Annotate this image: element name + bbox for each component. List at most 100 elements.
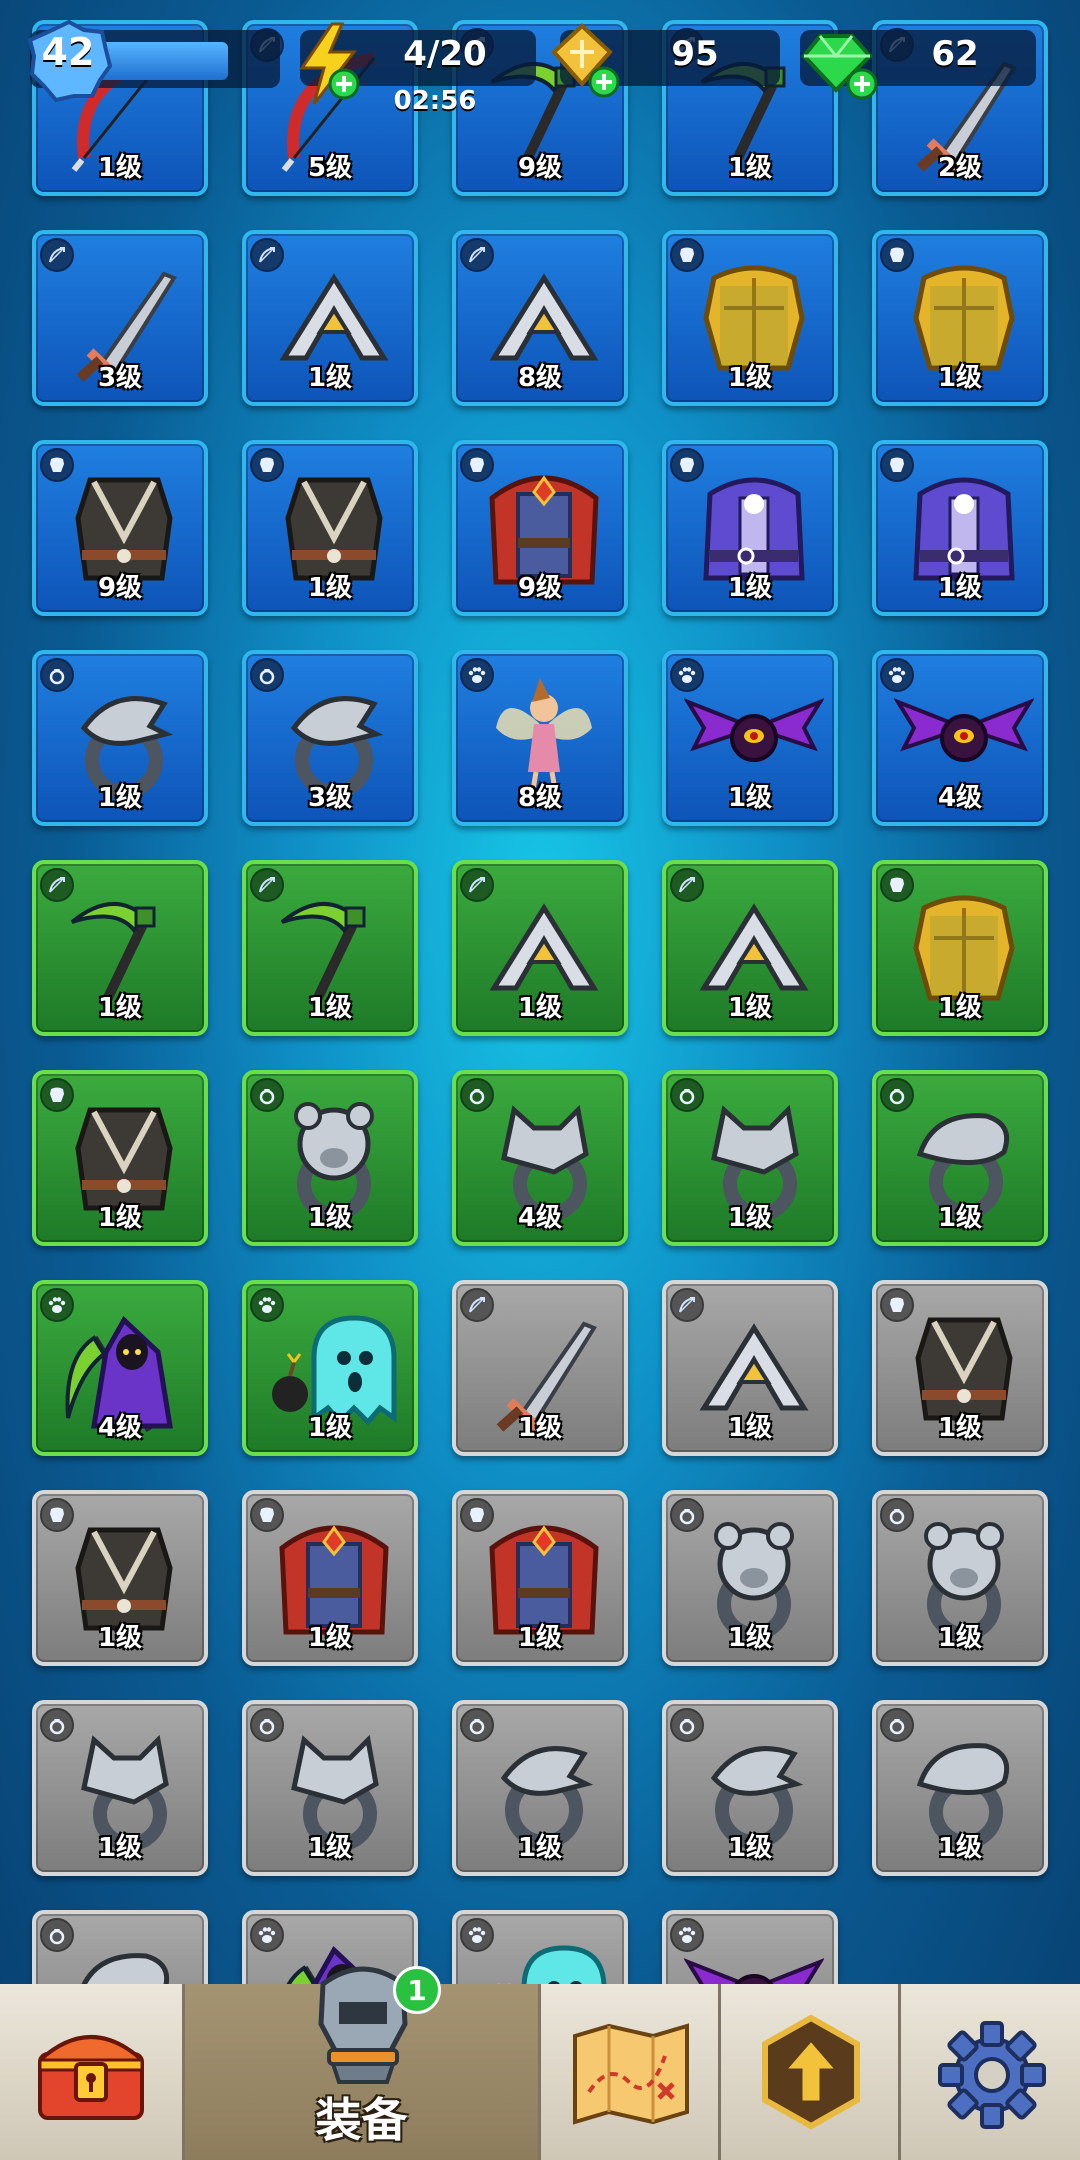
inventory-item-ghost[interactable]: 1级 <box>242 1280 418 1456</box>
ghost-icon <box>498 1945 607 1984</box>
gold-gem-icon[interactable] <box>548 22 622 102</box>
item-level: 1级 <box>937 993 983 1023</box>
item-level: 1级 <box>517 993 563 1023</box>
inventory-item-purple-robe[interactable]: 1级 <box>662 440 838 616</box>
inventory-item-red-robe[interactable]: 1级 <box>452 1490 628 1666</box>
item-level: 1级 <box>97 993 143 1023</box>
inventory-item-dark-vest[interactable]: 1级 <box>242 440 418 616</box>
bottom-nav: 1 装备 <box>0 1966 1080 2160</box>
inventory-item-snake-ring[interactable]: 1级 <box>872 1070 1048 1246</box>
item-level: 1级 <box>937 573 983 603</box>
green-gem-icon[interactable] <box>800 22 880 102</box>
inventory-item-snake-ring[interactable] <box>32 1910 208 1984</box>
item-level: 1级 <box>727 1413 773 1443</box>
item-level: 1级 <box>307 1413 353 1443</box>
nav-equipment-label: 装备 <box>315 2093 408 2147</box>
item-level: 1级 <box>307 363 353 393</box>
inventory-item-eagle-ring[interactable]: 3级 <box>242 650 418 826</box>
inventory-item-dark-vest[interactable]: 1级 <box>32 1070 208 1246</box>
item-level: 5级 <box>307 153 353 183</box>
inventory-item-dark-vest[interactable]: 1级 <box>872 1280 1048 1456</box>
inventory-item-gold-armor[interactable]: 1级 <box>872 230 1048 406</box>
map-icon <box>573 2023 689 2125</box>
player-level: 42 <box>41 30 95 74</box>
inventory-item-wolf-ring[interactable]: 1级 <box>662 1070 838 1246</box>
inventory-item-boomerang[interactable]: 1级 <box>662 1280 838 1456</box>
inventory-item-red-robe[interactable]: 1级 <box>242 1490 418 1666</box>
item-level: 1级 <box>937 363 983 393</box>
inventory-item-wolf-ring[interactable]: 4级 <box>452 1070 628 1246</box>
item-level: 4级 <box>517 1203 563 1233</box>
item-level: 1级 <box>937 1833 983 1863</box>
inventory-item-boomerang[interactable]: 1级 <box>662 860 838 1036</box>
nav-upgrade-button[interactable] <box>718 1984 898 2160</box>
nav-settings-button[interactable] <box>898 1984 1080 2160</box>
energy-bolt-icon[interactable] <box>292 22 364 106</box>
inventory-item-wolf-ring[interactable]: 1级 <box>32 1700 208 1876</box>
item-level: 3级 <box>97 363 143 393</box>
inventory-item-sword[interactable]: 1级 <box>452 1280 628 1456</box>
inventory-item-boomerang[interactable]: 8级 <box>452 230 628 406</box>
nav-map-button[interactable] <box>538 1984 718 2160</box>
item-level: 1级 <box>727 153 773 183</box>
inventory-item-bear-ring[interactable]: 1级 <box>872 1490 1048 1666</box>
gems-count: 62 <box>931 34 979 74</box>
inventory-item-bat[interactable]: 4级 <box>872 650 1048 826</box>
inventory-item-sword[interactable]: 3级 <box>32 230 208 406</box>
inventory-item-wolf-ring[interactable]: 1级 <box>242 1700 418 1876</box>
item-level: 1级 <box>97 783 143 813</box>
inventory-item-reaper[interactable]: 4级 <box>32 1280 208 1456</box>
inventory-item-ghost[interactable] <box>452 1910 628 1984</box>
item-level: 1级 <box>517 1413 563 1443</box>
item-level: 4级 <box>937 783 983 813</box>
inventory-item-fairy[interactable]: 8级 <box>452 650 628 826</box>
item-level: 1级 <box>727 993 773 1023</box>
inventory-item-bear-ring[interactable]: 1级 <box>242 1070 418 1246</box>
item-level: 1级 <box>517 1623 563 1653</box>
gear-icon <box>938 2021 1046 2129</box>
item-level: 1级 <box>97 1623 143 1653</box>
gold-count: 95 <box>671 34 719 74</box>
item-level: 1级 <box>727 573 773 603</box>
notification-badge: 1 <box>393 1966 441 2014</box>
item-level: 1级 <box>97 1833 143 1863</box>
inventory-item-bear-ring[interactable]: 1级 <box>662 1490 838 1666</box>
item-level: 3级 <box>307 783 353 813</box>
inventory-item-bat[interactable] <box>662 1910 838 1984</box>
inventory-item-dark-vest[interactable]: 9级 <box>32 440 208 616</box>
item-level: 1级 <box>97 153 143 183</box>
item-level: 1级 <box>937 1623 983 1653</box>
inventory-item-purple-robe[interactable]: 1级 <box>872 440 1048 616</box>
item-level: 4级 <box>97 1413 143 1443</box>
item-level: 1级 <box>307 993 353 1023</box>
inventory-item-snake-ring[interactable]: 1级 <box>872 1700 1048 1876</box>
nav-chest-button[interactable] <box>0 1984 182 2160</box>
inventory-item-dark-vest[interactable]: 1级 <box>32 1490 208 1666</box>
item-level: 1级 <box>727 1203 773 1233</box>
item-level: 1级 <box>727 363 773 393</box>
inventory-item-scythe[interactable]: 1级 <box>32 860 208 1036</box>
inventory-item-red-robe[interactable]: 9级 <box>452 440 628 616</box>
item-level: 1级 <box>517 1833 563 1863</box>
inventory-item-bat[interactable]: 1级 <box>662 650 838 826</box>
item-level: 1级 <box>307 1833 353 1863</box>
nav-equipment-button[interactable]: 1 装备 <box>182 1966 538 2160</box>
inventory-item-eagle-ring[interactable]: 1级 <box>32 650 208 826</box>
item-level: 1级 <box>307 1203 353 1233</box>
item-level: 1级 <box>937 1413 983 1443</box>
inventory-item-gold-armor[interactable]: 1级 <box>662 230 838 406</box>
snake-ring-icon <box>81 1953 170 1984</box>
inventory-item-eagle-ring[interactable]: 1级 <box>452 1700 628 1876</box>
inventory-item-gold-armor[interactable]: 1级 <box>872 860 1048 1036</box>
item-level: 1级 <box>727 1623 773 1653</box>
energy-count: 4/20 <box>403 34 487 74</box>
item-level: 1级 <box>307 1623 353 1653</box>
item-level: 8级 <box>517 363 563 393</box>
inventory-item-boomerang[interactable]: 1级 <box>452 860 628 1036</box>
item-level: 1级 <box>727 1833 773 1863</box>
inventory-item-boomerang[interactable]: 1级 <box>242 230 418 406</box>
item-level: 9级 <box>517 573 563 603</box>
inventory-item-scythe[interactable]: 1级 <box>242 860 418 1036</box>
inventory-item-eagle-ring[interactable]: 1级 <box>662 1700 838 1876</box>
item-level: 9级 <box>97 573 143 603</box>
